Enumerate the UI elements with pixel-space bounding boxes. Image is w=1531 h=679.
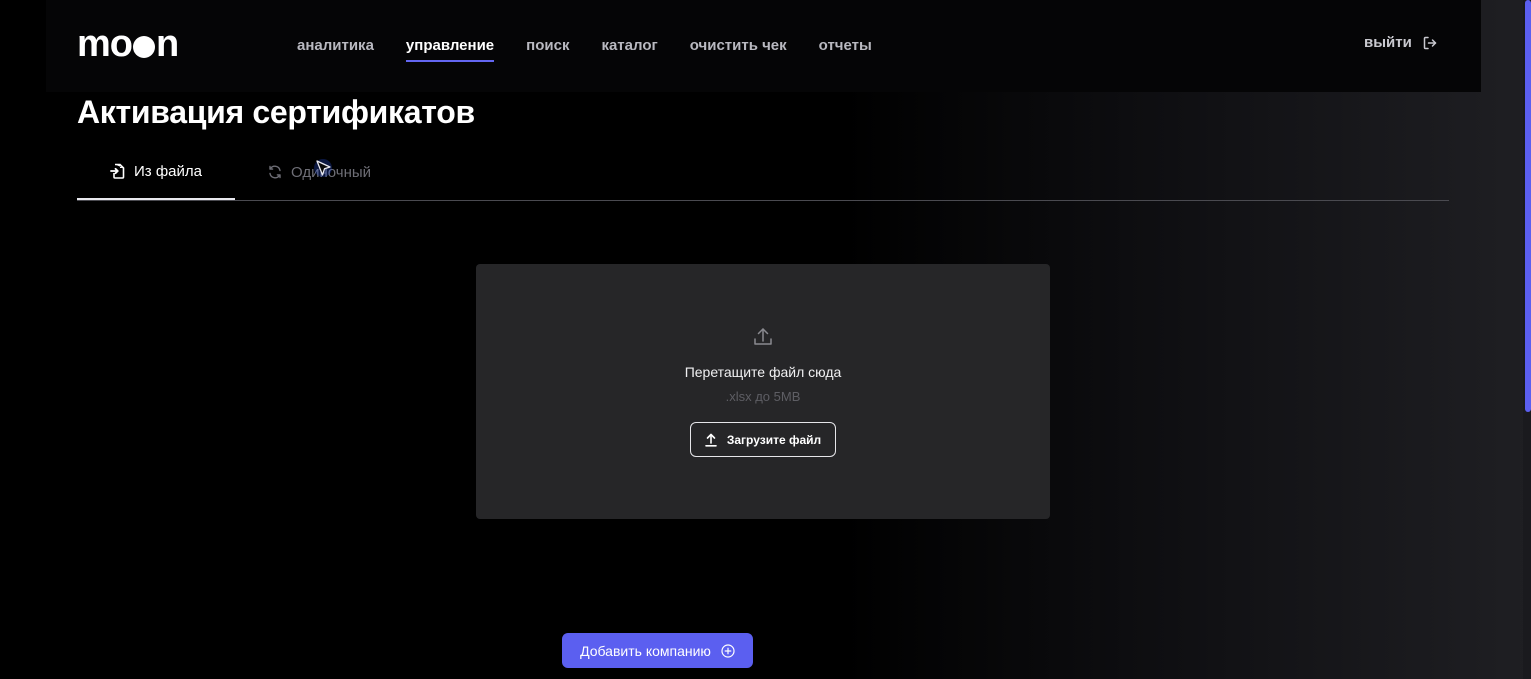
upload-arrow-icon [705,433,717,447]
scrollbar-thumb[interactable] [1525,0,1531,412]
upload-file-label: Загрузите файл [726,432,822,447]
logout-label: выйти [1364,34,1412,51]
main-nav: аналитика управление поиск каталог очист… [297,34,904,62]
tab-from-file-label: Из файла [134,162,202,180]
mouse-cursor-icon [314,159,332,177]
logo-dot [133,36,155,58]
dropzone-hint: .xlsx до 5MB [725,389,801,404]
file-dropzone[interactable]: Перетащите файл сюда .xlsx до 5MB Загруз… [476,264,1050,519]
nav-item-reports[interactable]: отчеты [819,34,872,62]
add-company-label: Добавить компанию [580,642,711,659]
refresh-icon [269,165,281,179]
upload-icon [754,328,772,345]
logout-button[interactable]: выйти [1364,34,1438,51]
nav-item-management[interactable]: управление [405,34,495,62]
page-title: Активация сертификатов [77,94,475,130]
nav-item-clear-receipt[interactable]: очистить чек [690,34,787,62]
page: mo n аналитика управление поиск каталог о… [0,0,1531,679]
upload-file-button[interactable]: Загрузите файл [690,422,836,457]
nav-item-analytics[interactable]: аналитика [297,34,374,62]
tab-from-file[interactable]: Из файла [77,144,235,200]
plus-circle-icon [721,643,735,658]
scrollbar-track[interactable] [1523,0,1531,679]
logo[interactable]: mo n [77,23,179,65]
nav-item-search[interactable]: поиск [526,34,569,62]
logo-text-start: mo [77,23,133,65]
dropzone-title: Перетащите файл сюда [684,364,842,380]
tabs: Из файла Одиночный [77,144,1449,201]
logo-text-end: n [156,23,179,65]
logout-icon [1423,36,1437,49]
add-company-button[interactable]: Добавить компанию [562,633,753,668]
file-import-icon [110,163,125,179]
nav-item-catalog[interactable]: каталог [601,34,657,62]
